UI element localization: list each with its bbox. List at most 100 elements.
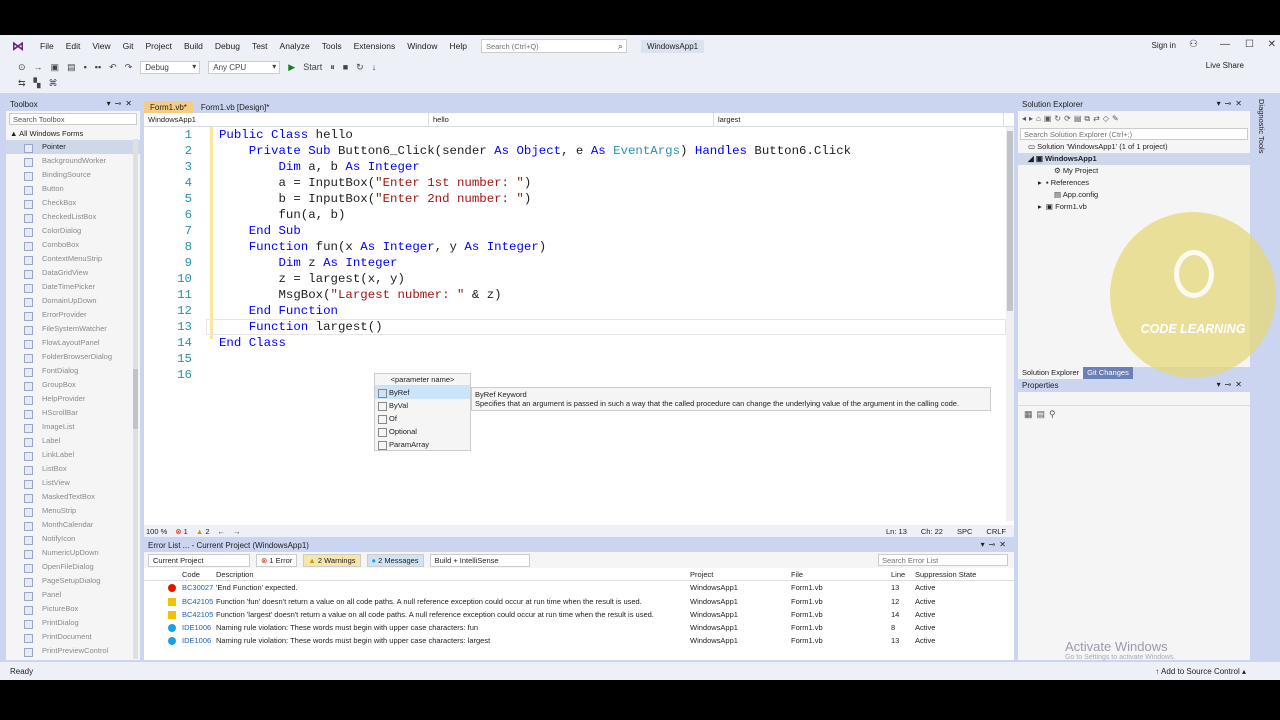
toolbox-item[interactable]: FolderBrowserDialog: [6, 350, 140, 364]
diagnostic-tools-tab[interactable]: Diagnostic Tools: [1254, 99, 1266, 199]
tree-node-references[interactable]: ▸ ▪ References: [1018, 177, 1250, 189]
intellisense-item[interactable]: ByRef: [375, 386, 470, 399]
nav-member-dropdown[interactable]: largest: [714, 113, 1004, 126]
save-all-icon[interactable]: ▪▪: [95, 62, 101, 72]
messages-filter-button[interactable]: ● 2 Messages: [366, 553, 424, 567]
pin-icon[interactable]: ▾⊸✕: [107, 99, 136, 108]
pause-icon[interactable]: ⏸: [330, 62, 335, 73]
tree-node-my-project[interactable]: ⚙ My Project: [1018, 165, 1250, 177]
toolbox-item[interactable]: ColorDialog: [6, 224, 140, 238]
toolbox-item[interactable]: GroupBox: [6, 378, 140, 392]
menu-help[interactable]: Help: [443, 41, 472, 51]
intellisense-item[interactable]: Of: [375, 412, 470, 425]
error-list-pin-icon[interactable]: ▾⊸✕: [981, 540, 1010, 549]
toolbox-item[interactable]: NotifyIcon: [6, 532, 140, 546]
close-icon[interactable]: ✕: [1268, 39, 1276, 50]
code-text-area[interactable]: 1 Public Class hello 2 Private Sub Button6…: [144, 127, 1006, 521]
toolbox-item[interactable]: FileSystemWatcher: [6, 322, 140, 336]
error-count[interactable]: ⊗ 1: [175, 527, 188, 536]
toolbox-item[interactable]: FontDialog: [6, 364, 140, 378]
restart-icon[interactable]: ↻: [356, 62, 364, 73]
toolbox-item[interactable]: Button: [6, 182, 140, 196]
line-ending[interactable]: CRLF: [986, 527, 1006, 536]
save-icon[interactable]: ▪: [84, 62, 87, 72]
toolbox-item[interactable]: LinkLabel: [6, 448, 140, 462]
build-filter-dropdown[interactable]: Build + IntelliSense: [429, 553, 530, 567]
toolbox-item[interactable]: CheckBox: [6, 196, 140, 210]
tree-node-form1[interactable]: ▸ ▣ Form1.vb: [1018, 201, 1250, 213]
tree-solution-node[interactable]: ▭ Solution 'WindowsApp1' (1 of 1 project…: [1018, 141, 1250, 153]
menu-debug[interactable]: Debug: [209, 41, 246, 51]
format-icon[interactable]: ⇆: [18, 78, 26, 89]
col-line[interactable]: Line: [891, 568, 905, 581]
stop-icon[interactable]: ■: [343, 62, 348, 72]
error-code[interactable]: BC30027: [182, 581, 213, 594]
error-code[interactable]: BC42105: [182, 595, 213, 608]
warning-count[interactable]: ▲ 2: [196, 527, 210, 536]
toolbox-group-header[interactable]: ▲ All Windows Forms: [6, 127, 140, 140]
editor-scrollbar[interactable]: [1006, 127, 1014, 521]
warnings-filter-button[interactable]: ▲ 2 Warnings: [303, 553, 361, 567]
tab-form1-design[interactable]: Form1.vb [Design]*: [195, 101, 275, 113]
toolbox-scrollbar[interactable]: [133, 139, 138, 659]
toolbox-item[interactable]: OpenFileDialog: [6, 560, 140, 574]
toolbox-item[interactable]: CheckedListBox: [6, 210, 140, 224]
error-row[interactable]: BC42105 Function 'fun' doesn't return a v…: [144, 595, 1014, 608]
zoom-dropdown[interactable]: 100 %: [146, 527, 167, 536]
toolbox-item[interactable]: BackgroundWorker: [6, 154, 140, 168]
menu-edit[interactable]: Edit: [60, 41, 87, 51]
toolbox-item[interactable]: HScrollBar: [6, 406, 140, 420]
intellisense-item[interactable]: Optional: [375, 425, 470, 438]
toolbox-item[interactable]: HelpProvider: [6, 392, 140, 406]
indent-mode[interactable]: SPC: [957, 527, 972, 536]
menu-extensions[interactable]: Extensions: [348, 41, 402, 51]
errors-filter-button[interactable]: ⊗ 1 Error: [256, 553, 298, 567]
start-button[interactable]: Start: [303, 62, 322, 72]
col-file[interactable]: File: [791, 568, 803, 581]
tab-form1-vb[interactable]: Form1.vb*: [144, 101, 193, 113]
toolbox-item[interactable]: Panel: [6, 588, 140, 602]
error-row[interactable]: BC30027 'End Function' expected. WindowsAp…: [144, 581, 1014, 594]
error-row[interactable]: IDE1006 Naming rule violation: These word…: [144, 634, 1014, 647]
toolbox-item[interactable]: PictureBox: [6, 602, 140, 616]
nav-class-dropdown[interactable]: hello: [429, 113, 714, 126]
add-source-control-button[interactable]: ↑ Add to Source Control ▴: [1155, 667, 1246, 676]
platform-dropdown[interactable]: Any CPU: [208, 60, 281, 74]
account-icon[interactable]: ⚇: [1189, 39, 1198, 50]
toolbox-item[interactable]: MaskedTextBox: [6, 490, 140, 504]
bookmark-icon[interactable]: ▚: [34, 78, 41, 89]
toolbox-item[interactable]: ListView: [6, 476, 140, 490]
minimize-icon[interactable]: —: [1220, 39, 1230, 50]
toolbox-item[interactable]: DataGridView: [6, 266, 140, 280]
step-icon[interactable]: ↓: [372, 62, 377, 72]
col-suppression[interactable]: Suppression State: [915, 568, 976, 581]
col-description[interactable]: Description: [216, 568, 254, 581]
error-code[interactable]: IDE1006: [182, 634, 211, 647]
toolbox-search-input[interactable]: Search Toolbox: [9, 113, 137, 125]
toolbox-item[interactable]: PageSetupDialog: [6, 574, 140, 588]
toolbox-item[interactable]: NumericUpDown: [6, 546, 140, 560]
intellisense-item[interactable]: ParamArray: [375, 438, 470, 451]
toolbox-item[interactable]: ComboBox: [6, 238, 140, 252]
solution-pin-icon[interactable]: ▾⊸✕: [1217, 99, 1246, 108]
toolbox-item[interactable]: ContextMenuStrip: [6, 252, 140, 266]
properties-pin-icon[interactable]: ▾⊸✕: [1217, 380, 1246, 389]
menu-git[interactable]: Git: [117, 41, 140, 51]
error-code[interactable]: BC42105: [182, 608, 213, 621]
menu-project[interactable]: Project: [140, 41, 178, 51]
error-search-input[interactable]: Search Error List: [878, 554, 1008, 566]
start-icon[interactable]: ▶: [288, 62, 295, 73]
undo-icon[interactable]: ↶: [109, 62, 117, 73]
menu-tools[interactable]: Tools: [316, 41, 348, 51]
scope-dropdown[interactable]: Current Project: [148, 553, 250, 567]
menu-window[interactable]: Window: [401, 41, 443, 51]
menu-view[interactable]: View: [86, 41, 116, 51]
redo-icon[interactable]: ↷: [125, 62, 133, 73]
toolbox-item[interactable]: BindingSource: [6, 168, 140, 182]
menu-test[interactable]: Test: [246, 41, 274, 51]
nav-forward-icon[interactable]: →: [233, 527, 241, 536]
toolbox-item[interactable]: DateTimePicker: [6, 280, 140, 294]
nav-back-icon[interactable]: ←: [218, 527, 226, 536]
sign-in-link[interactable]: Sign in: [1152, 41, 1176, 50]
tab-git-changes[interactable]: Git Changes: [1083, 367, 1133, 379]
